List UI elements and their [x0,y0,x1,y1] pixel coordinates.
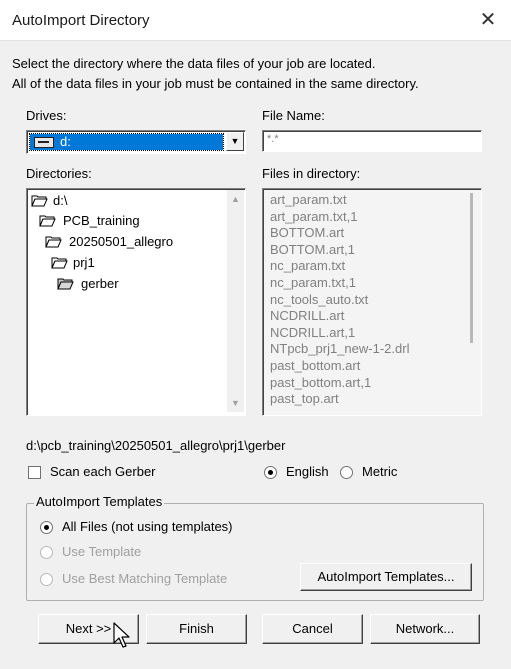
file-item: art_param.txt,1 [270,208,358,224]
cancel-button[interactable]: Cancel [262,614,363,644]
next-button-label: Next >> [65,621,112,636]
files-list[interactable]: art_param.txt art_param.txt,1 BOTTOM.art… [262,188,482,416]
autoimport-templates-button[interactable]: AutoImport Templates... [300,563,472,591]
drive-selected-label: d: [60,134,71,149]
scroll-up-arrow-icon[interactable]: ▲ [231,194,240,204]
file-item: NCDRILL.art,1 [270,324,356,340]
scan-each-gerber-checkbox[interactable] [28,466,41,479]
use-best-template-label: Use Best Matching Template [62,571,228,586]
files-scrollbar-thumb[interactable] [470,193,473,343]
finish-button[interactable]: Finish [146,614,247,644]
use-template-radio[interactable] [40,546,53,559]
window-title: AutoImport Directory [12,12,150,29]
all-files-radio[interactable] [40,521,53,534]
open-folder-icon [57,278,74,290]
dir-label: d:\ [53,193,68,208]
dir-label: prj1 [73,255,95,270]
directories-list[interactable]: d:\ PCB_training 20250501_allegro prj1 g… [26,188,246,416]
open-folder-icon [45,236,62,248]
file-item: past_bottom.art [270,357,361,373]
directories-scrollbar[interactable]: ▲ ▼ [227,190,244,412]
drives-label: Drives: [26,108,67,123]
scroll-down-arrow-icon[interactable]: ▼ [231,398,240,408]
file-item: nc_param.txt [270,258,346,274]
close-icon[interactable]: ✕ [465,0,511,40]
chevron-down-icon[interactable]: ▼ [226,132,244,151]
dir-label: 20250501_allegro [69,234,174,249]
network-button[interactable]: Network... [370,614,480,644]
file-item: nc_param.txt,1 [270,274,356,290]
english-radio[interactable] [264,466,277,479]
file-item: art_param.txt [270,192,347,207]
file-item: BOTTOM.art,1 [270,241,355,257]
drive-icon [34,137,54,148]
open-folder-icon [31,195,48,207]
file-name-label: File Name: [262,108,325,123]
scan-each-gerber-label: Scan each Gerber [50,464,156,479]
files-items: art_param.txt art_param.txt,1 BOTTOM.art… [270,192,409,408]
open-folder-icon [39,215,56,227]
english-label: English [286,464,329,479]
open-folder-icon [51,257,68,269]
current-path: d:\pcb_training\20250501_allegro\prj1\ge… [26,438,286,453]
file-item: BOTTOM.art [270,225,345,241]
file-name-value: *.* [267,133,279,145]
file-name-input[interactable]: *.* [262,130,482,152]
file-item: past_top.art [270,391,339,407]
file-item: NCDRILL.art [270,308,345,324]
drives-combobox[interactable]: d: ▼ [26,130,246,154]
instruction-line-2: All of the data files in your job must b… [12,76,419,91]
mouse-cursor-icon [113,622,130,648]
use-template-label: Use Template [62,544,142,559]
dir-label: gerber [81,276,119,291]
file-item: past_bottom.art,1 [270,374,372,390]
templates-group-label: AutoImport Templates [34,494,165,509]
files-label: Files in directory: [262,166,361,181]
all-files-label: All Files (not using templates) [62,519,233,534]
dir-label: PCB_training [63,213,140,228]
instruction-line-1: Select the directory where the data file… [12,56,376,71]
use-best-template-radio[interactable] [40,573,53,586]
metric-radio[interactable] [340,466,353,479]
metric-label: Metric [362,464,398,479]
file-item: NTpcb_prj1_new-1-2.drl [270,341,410,357]
directories-label: Directories: [26,166,92,181]
drive-selected-item: d: [29,133,224,151]
file-item: nc_tools_auto.txt [270,291,369,307]
title-bar: AutoImport Directory ✕ [0,0,511,41]
